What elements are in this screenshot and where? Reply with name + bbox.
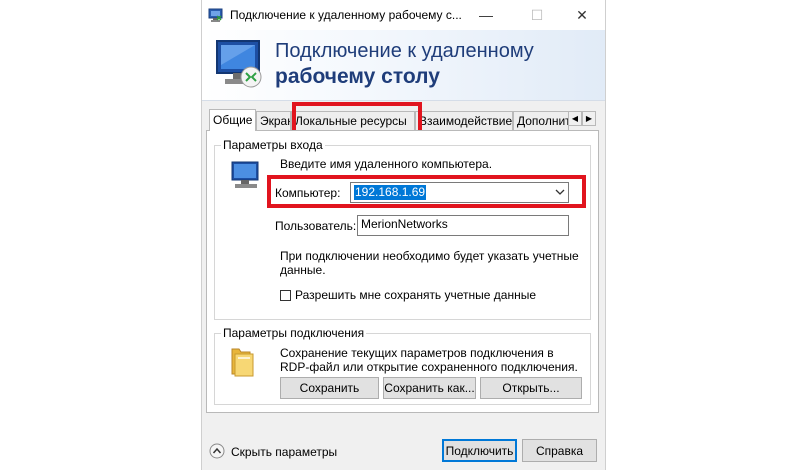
tab-panel-general: Параметры входа Введите имя удаленного к…	[206, 130, 599, 413]
login-settings-legend: Параметры входа	[221, 138, 325, 152]
save-credentials-checkbox[interactable]	[280, 290, 291, 301]
save-as-button[interactable]: Сохранить как...	[383, 377, 476, 399]
computer-icon	[231, 161, 259, 188]
remote-desktop-icon	[216, 40, 262, 88]
tabs-scroll-left-icon[interactable]: ◀	[568, 111, 582, 126]
save-button[interactable]: Сохранить	[280, 377, 379, 399]
hide-options-link[interactable]: Скрыть параметры	[231, 445, 337, 459]
minimize-button[interactable]: —	[463, 0, 509, 30]
help-button[interactable]: Справка	[522, 439, 597, 462]
tab-experience[interactable]: Взаимодействие	[415, 111, 513, 130]
collapse-options-icon[interactable]	[209, 443, 225, 459]
connection-settings-legend: Параметры подключения	[221, 326, 367, 340]
banner-title-line1: Подключение к удаленному	[275, 40, 534, 62]
connection-desc-line1: Сохранение текущих параметров подключени…	[280, 346, 554, 360]
credentials-note-line2: данные.	[280, 263, 326, 277]
user-label: Пользователь:	[275, 219, 357, 233]
tab-general[interactable]: Общие	[209, 109, 256, 131]
banner-title-line2: рабочему столу	[275, 65, 440, 88]
close-button[interactable]: ✕	[559, 0, 605, 30]
user-field[interactable]: MerionNetworks	[357, 215, 569, 236]
folder-icon	[231, 348, 254, 377]
save-credentials-label: Разрешить мне сохранять учетные данные	[295, 288, 537, 302]
tab-advanced[interactable]: Дополнительно	[513, 111, 569, 130]
highlight-computer-field	[267, 175, 586, 208]
rdp-app-icon	[208, 8, 223, 22]
title-bar: Подключение к удаленному рабочему с... —…	[202, 0, 605, 30]
maximize-button[interactable]: ☐	[514, 0, 560, 30]
credentials-note-line1: При подключении необходимо будет указать…	[280, 249, 579, 263]
rdp-window: Подключение к удаленному рабочему с... —…	[201, 0, 606, 470]
window-title: Подключение к удаленному рабочему с...	[230, 8, 462, 22]
header-banner: Подключение к удаленному рабочему столу	[202, 30, 605, 101]
tab-display[interactable]: Экран	[256, 111, 291, 130]
connect-button[interactable]: Подключить	[442, 439, 517, 462]
connection-desc-line2: RDP-файл или открытие сохраненного подкл…	[280, 360, 578, 374]
tabs-scroll-right-icon[interactable]: ▶	[582, 111, 596, 126]
open-button[interactable]: Открыть...	[480, 377, 582, 399]
login-hint: Введите имя удаленного компьютера.	[280, 157, 493, 171]
